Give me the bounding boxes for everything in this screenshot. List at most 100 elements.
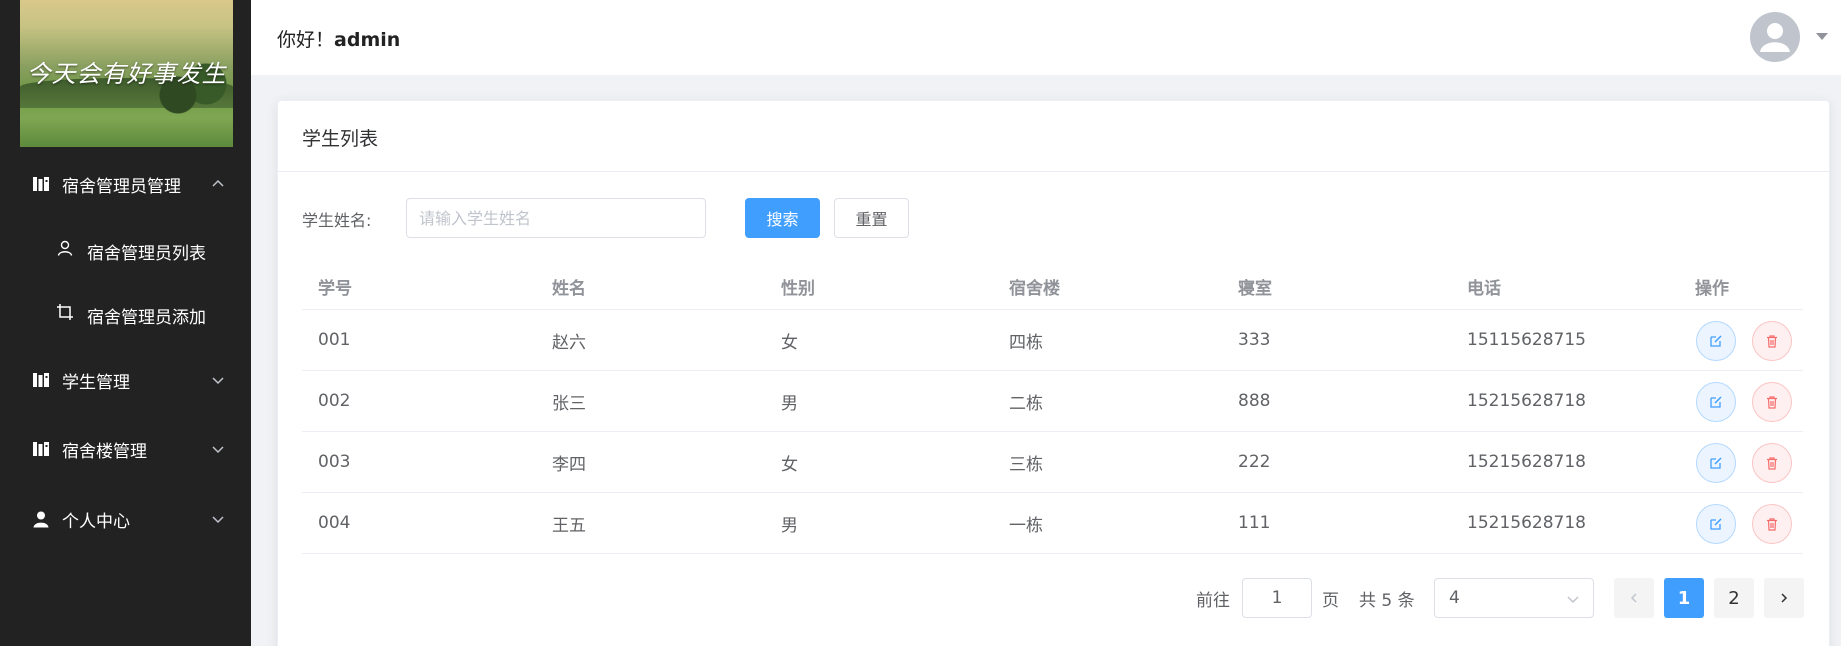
menu-label: 宿舍楼管理 — [62, 441, 147, 462]
cell-gender: 男 — [781, 393, 798, 414]
user-outline-icon — [56, 239, 74, 257]
building-icon — [32, 440, 50, 458]
greeting-text: 你好！ — [277, 29, 335, 51]
column-header: 性别 — [781, 278, 815, 299]
chevron-down-icon — [210, 511, 226, 527]
caret-down-icon[interactable] — [1816, 33, 1828, 40]
cell-building: 四栋 — [1009, 332, 1043, 353]
chevron-left-icon — [1630, 593, 1637, 603]
delete-button[interactable] — [1752, 443, 1792, 483]
table-row: 003 李四 女 三栋 222 15215628718 — [302, 432, 1803, 493]
column-header: 宿舍楼 — [1009, 278, 1060, 299]
menu-label: 个人中心 — [62, 511, 130, 532]
greeting: 你好！admin — [277, 25, 400, 52]
edit-icon — [1710, 396, 1722, 408]
chevron-down-icon — [210, 372, 226, 388]
page-jump-input[interactable]: 1 — [1242, 578, 1312, 618]
cell-room: 111 — [1238, 513, 1271, 533]
trash-icon — [1767, 518, 1777, 531]
menu-label: 学生管理 — [62, 372, 130, 393]
user-avatar-icon — [1760, 23, 1790, 52]
cell-name: 王五 — [552, 515, 586, 536]
student-list-card: 学生列表 学生姓名: 搜索 重置 学号 姓名 性别 宿舍楼 寝室 电话 操作 0… — [277, 100, 1830, 646]
chevron-down-icon — [1565, 591, 1581, 607]
reset-button[interactable]: 重置 — [834, 198, 909, 238]
delete-button[interactable] — [1752, 321, 1792, 361]
sidebar: 今天会有好事发生 宿舍管理员管理 宿舍管理员列表 宿舍管理员添加 学生管理 宿舍… — [0, 0, 251, 646]
page-unit-label: 页 — [1322, 590, 1339, 611]
trash-icon — [1767, 335, 1777, 348]
cell-name: 张三 — [552, 393, 586, 414]
menu-label: 宿舍管理员管理 — [62, 176, 181, 197]
edit-button[interactable] — [1696, 443, 1736, 483]
cell-student-id: 001 — [318, 330, 351, 350]
card-title: 学生列表 — [302, 128, 379, 150]
cell-name: 李四 — [552, 454, 586, 475]
menu-student-management[interactable]: 学生管理 — [0, 368, 251, 393]
cell-phone: 15215628718 — [1467, 391, 1586, 411]
column-header: 寝室 — [1238, 278, 1272, 299]
edit-icon — [1710, 335, 1722, 347]
cell-building: 三栋 — [1009, 454, 1043, 475]
table-row: 001 赵六 女 四栋 333 15115628715 — [302, 310, 1803, 371]
menu-personal-center[interactable]: 个人中心 — [0, 507, 251, 532]
submenu-dorm-admin-add[interactable]: 宿舍管理员添加 — [0, 303, 251, 328]
cell-gender: 女 — [781, 454, 798, 475]
cell-room: 333 — [1238, 330, 1271, 350]
cell-gender: 男 — [781, 515, 798, 536]
delete-button[interactable] — [1752, 504, 1792, 544]
logo-image: 今天会有好事发生 — [20, 0, 233, 147]
chevron-right-icon — [1781, 593, 1788, 603]
edit-button[interactable] — [1696, 321, 1736, 361]
cell-phone: 15215628718 — [1467, 513, 1586, 533]
cell-gender: 女 — [781, 332, 798, 353]
cell-room: 888 — [1238, 391, 1271, 411]
submenu-label: 宿舍管理员添加 — [87, 308, 206, 328]
logo-slogan: 今天会有好事发生 — [26, 60, 227, 88]
cell-student-id: 003 — [318, 452, 351, 472]
card-divider — [278, 171, 1829, 172]
cell-name: 赵六 — [552, 332, 586, 353]
edit-icon — [1710, 518, 1722, 530]
search-button[interactable]: 搜索 — [745, 198, 820, 238]
table-header: 学号 姓名 性别 宿舍楼 寝室 电话 操作 — [302, 263, 1803, 310]
page-size-value: 4 — [1449, 588, 1460, 608]
building-icon — [32, 175, 50, 193]
cell-building: 一栋 — [1009, 515, 1043, 536]
avatar[interactable] — [1750, 12, 1800, 62]
student-table: 学号 姓名 性别 宿舍楼 寝室 电话 操作 001 赵六 女 四栋 333 15… — [302, 263, 1803, 554]
chevron-up-icon — [210, 176, 226, 192]
column-header: 学号 — [318, 278, 352, 299]
search-label: 学生姓名: — [302, 211, 372, 230]
student-name-search-input[interactable] — [406, 198, 706, 238]
edit-icon — [1710, 457, 1722, 469]
user-icon — [32, 510, 50, 528]
submenu-label: 宿舍管理员列表 — [87, 244, 206, 264]
cell-phone: 15115628715 — [1467, 330, 1586, 350]
column-header: 电话 — [1467, 278, 1501, 299]
total-count: 共 5 条 — [1359, 590, 1415, 611]
page-button-1[interactable]: 1 — [1664, 578, 1704, 618]
table-row: 002 张三 男 二栋 888 15215628718 — [302, 371, 1803, 432]
cell-phone: 15215628718 — [1467, 452, 1586, 472]
goto-label: 前往 — [1196, 590, 1230, 611]
page-button-2[interactable]: 2 — [1714, 578, 1754, 618]
cell-student-id: 004 — [318, 513, 351, 533]
delete-button[interactable] — [1752, 382, 1792, 422]
trash-icon — [1767, 396, 1777, 409]
menu-dorm-admin-management[interactable]: 宿舍管理员管理 — [0, 172, 251, 197]
column-header: 操作 — [1695, 278, 1729, 299]
next-page-button[interactable] — [1764, 578, 1804, 618]
top-header: 你好！admin — [251, 0, 1841, 75]
prev-page-button[interactable] — [1614, 578, 1654, 618]
submenu-dorm-admin-list[interactable]: 宿舍管理员列表 — [0, 239, 251, 264]
edit-button[interactable] — [1696, 504, 1736, 544]
edit-button[interactable] — [1696, 382, 1736, 422]
cell-building: 二栋 — [1009, 393, 1043, 414]
menu-building-management[interactable]: 宿舍楼管理 — [0, 437, 251, 462]
chevron-down-icon — [210, 441, 226, 457]
username: admin — [334, 29, 401, 51]
building-icon — [32, 371, 50, 389]
page-size-select[interactable]: 4 — [1434, 578, 1594, 618]
table-row: 004 王五 男 一栋 111 15215628718 — [302, 493, 1803, 554]
